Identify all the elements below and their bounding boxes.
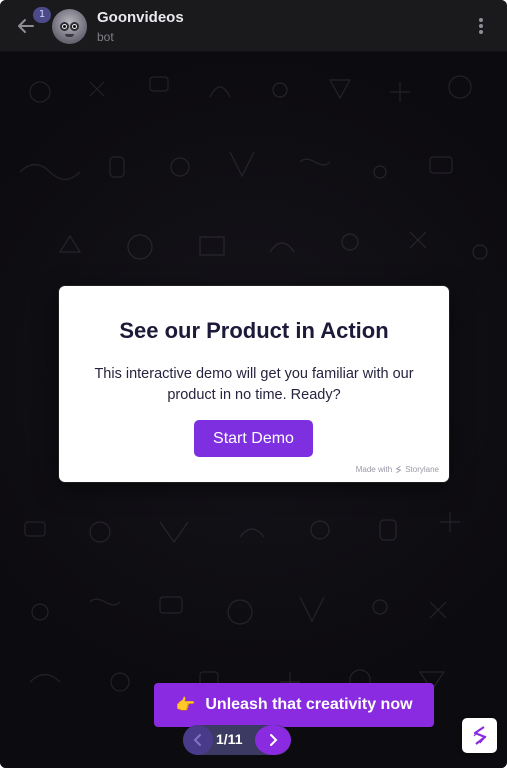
- modal-description: This interactive demo will get you famil…: [94, 366, 414, 403]
- made-with-prefix: Made with: [355, 465, 393, 474]
- modal-title: See our Product in Action: [119, 318, 389, 343]
- chevron-left-icon: [193, 734, 201, 746]
- avatar-mouth-icon: [65, 34, 74, 37]
- pointing-hand-icon: 👉: [175, 697, 196, 714]
- app-frame: 1 Goonvideos bot See our Product in Acti…: [0, 0, 507, 768]
- chat-header: 1 Goonvideos bot: [0, 0, 507, 52]
- storylane-logo-button[interactable]: [462, 718, 497, 753]
- unread-badge: 1: [33, 7, 51, 23]
- start-demo-button[interactable]: Start Demo: [194, 420, 313, 457]
- chevron-right-icon: [270, 734, 278, 746]
- chat-subtitle: bot: [97, 30, 114, 44]
- next-step-button[interactable]: [255, 725, 291, 755]
- storylane-logo-icon: [473, 725, 486, 745]
- demo-intro-modal: See our Product in Action This interacti…: [59, 286, 449, 482]
- avatar[interactable]: [52, 9, 87, 44]
- cta-button[interactable]: 👉 Unleash that creativity now: [154, 683, 434, 727]
- kebab-menu-icon[interactable]: [472, 16, 490, 36]
- cta-label: Unleash that creativity now: [205, 696, 413, 713]
- avatar-eye-icon: [60, 22, 69, 31]
- step-pager: 1/11: [183, 725, 291, 755]
- made-with-brand: Storylane: [405, 465, 439, 474]
- step-counter: 1/11: [216, 731, 243, 747]
- prev-step-button[interactable]: [183, 725, 213, 755]
- made-with-storylane[interactable]: Made with Storylane: [356, 465, 439, 474]
- chat-title[interactable]: Goonvideos: [97, 9, 184, 26]
- storylane-logo-icon: [395, 465, 402, 474]
- avatar-eye-icon: [70, 22, 79, 31]
